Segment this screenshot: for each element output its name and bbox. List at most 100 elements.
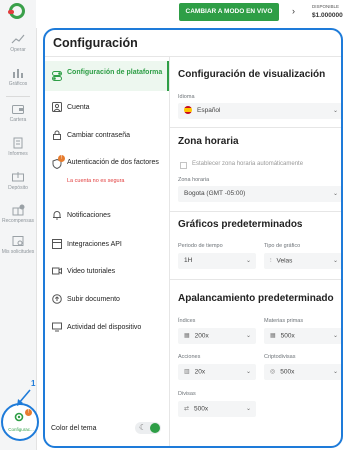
page-title: Configuración	[53, 36, 138, 50]
chevron-down-icon: ⌄	[332, 258, 338, 264]
commodities-leverage-select[interactable]: ▦ 500x ⌄	[264, 328, 341, 344]
rail-label: Mis solicitudes	[1, 249, 35, 255]
rail-item-deposito[interactable]: Depósito	[0, 171, 36, 191]
indices-value: 200x	[194, 332, 209, 340]
settings-badge: !	[25, 409, 32, 416]
device-icon	[52, 322, 62, 332]
stocks-leverage-select[interactable]: ▥ 20x ⌄	[178, 364, 256, 380]
stocks-value: 20x	[194, 368, 206, 376]
balance-label: DISPONIBLE	[312, 4, 340, 9]
chevron-down-icon: ⌄	[245, 333, 251, 339]
moon-icon: ☾	[139, 423, 147, 432]
nav-label: Configuración de plataforma	[67, 69, 163, 76]
crypto-value: 500x	[280, 368, 295, 376]
settings-panel: Configuración Configuración de plataform…	[43, 28, 343, 448]
chart-type-value: Velas	[276, 257, 293, 265]
candles-icon: ⫶	[270, 258, 272, 264]
video-icon	[52, 267, 62, 275]
nav-item-account[interactable]: Cuenta	[45, 97, 169, 117]
timezone-select[interactable]: Bogota (GMT -05:00) ⌄	[178, 186, 341, 202]
rail-item-settings[interactable]: ! Configurac...	[1, 403, 39, 441]
nav-item-api[interactable]: Integraciones API	[45, 234, 169, 254]
stocks-label: Acciones	[178, 354, 201, 360]
switch-live-mode-button[interactable]: CAMBIAR A MODO EN VIVO	[179, 3, 279, 21]
indices-icon: ▦	[184, 333, 190, 339]
chart-type-select[interactable]: ⫶ Velas ⌄	[264, 253, 341, 269]
upload-icon	[52, 294, 62, 304]
section-divider	[170, 127, 341, 128]
settings-label: Configurac...	[8, 427, 34, 432]
language-label: Idioma	[178, 94, 195, 100]
rail-label: Operar	[10, 47, 26, 53]
section-divider	[170, 211, 341, 212]
annotation-number-1: 1	[31, 379, 36, 388]
chevron-down-icon: ⌄	[245, 406, 251, 412]
section-divider	[170, 279, 341, 280]
rail-divider	[6, 96, 30, 97]
nav-item-upload[interactable]: Subir documento	[45, 289, 169, 309]
rail-item-operar[interactable]: Operar	[0, 33, 36, 53]
commodities-icon: ▦	[270, 333, 276, 339]
rail-label: Gráficos	[8, 81, 28, 87]
lock-icon	[53, 130, 61, 140]
period-value: 1H	[184, 257, 193, 264]
language-select[interactable]: Español ⌄	[178, 103, 341, 119]
stocks-icon: ▥	[184, 369, 190, 375]
nav-item-device-activity[interactable]: Actividad del dispositivo	[45, 317, 169, 337]
forex-value: 500x	[194, 405, 209, 413]
report-icon	[13, 137, 23, 149]
rail-label: Informes	[8, 151, 28, 157]
rail-item-solicitudes[interactable]: Mis solicitudes	[0, 235, 36, 255]
chevron-right-icon[interactable]: ›	[292, 6, 295, 16]
active-indicator	[167, 61, 169, 91]
nav-label: Notificaciones	[67, 212, 111, 219]
period-select[interactable]: 1H ⌄	[178, 253, 256, 269]
section-title-charts: Gráficos predeterminados	[178, 219, 303, 230]
indices-label: Índices	[178, 318, 196, 324]
rail-label: Recompensas	[2, 218, 34, 224]
api-icon	[52, 239, 62, 249]
language-value: Español	[197, 107, 221, 114]
nav-item-2fa[interactable]: ! Autenticación de dos factores La cuent…	[45, 154, 169, 188]
section-title-leverage: Apalancamiento predeterminado	[178, 293, 334, 304]
period-label: Periodo de tiempo	[178, 243, 223, 249]
deposit-icon	[12, 172, 24, 182]
rail-item-cartera[interactable]: Cartera	[0, 103, 36, 123]
rail-item-graficos[interactable]: Gráficos	[0, 67, 36, 87]
nav-label: Video tutoriales	[67, 268, 116, 275]
commodities-label: Materias primas	[264, 318, 304, 324]
forex-leverage-select[interactable]: ⇄ 500x ⌄	[178, 401, 256, 417]
sun-icon	[150, 423, 160, 433]
chevron-down-icon: ⌄	[245, 258, 251, 264]
chevron-down-icon: ⌄	[332, 108, 338, 114]
warning-badge: !	[58, 155, 65, 162]
crypto-icon: ◎	[270, 369, 276, 375]
rail-label: Depósito	[8, 185, 28, 191]
bell-icon	[53, 211, 61, 220]
auto-timezone-checkbox[interactable]	[180, 162, 187, 169]
crypto-label: Criptodivisas	[264, 354, 296, 360]
forex-label: Divisas	[178, 391, 196, 397]
crypto-leverage-select[interactable]: ◎ 500x ⌄	[264, 364, 341, 380]
nav-item-platform[interactable]: Configuración de plataforma	[45, 61, 169, 91]
section-title-timezone: Zona horaria	[178, 136, 239, 147]
nav-label: Actividad del dispositivo	[67, 324, 142, 331]
balance-value[interactable]: $1.000000	[312, 12, 343, 19]
wallet-icon	[12, 105, 24, 114]
rail-item-informes[interactable]: Informes	[0, 137, 36, 157]
settings-nav: Configuración de plataforma Cuenta Cambi…	[45, 57, 170, 446]
nav-label: Cambiar contraseña	[67, 132, 131, 139]
nav-label: Autenticación de dos factores	[67, 159, 159, 166]
nav-item-password[interactable]: Cambiar contraseña	[45, 125, 169, 145]
theme-toggle[interactable]: ☾	[135, 422, 161, 434]
user-icon	[52, 102, 62, 112]
nav-label: Subir documento	[67, 296, 120, 303]
nav-item-notifications[interactable]: Notificaciones	[45, 205, 169, 225]
app-logo[interactable]	[8, 3, 25, 19]
nav-item-videos[interactable]: Video tutoriales	[45, 261, 169, 281]
theme-color-label: Color del tema	[51, 425, 97, 432]
timezone-value: Bogota (GMT -05:00)	[184, 190, 246, 197]
auto-timezone-label: Establecer zona horaria automáticamente	[192, 161, 304, 167]
rail-item-recompensas[interactable]: Recompensas	[0, 204, 36, 224]
indices-leverage-select[interactable]: ▦ 200x ⌄	[178, 328, 256, 344]
